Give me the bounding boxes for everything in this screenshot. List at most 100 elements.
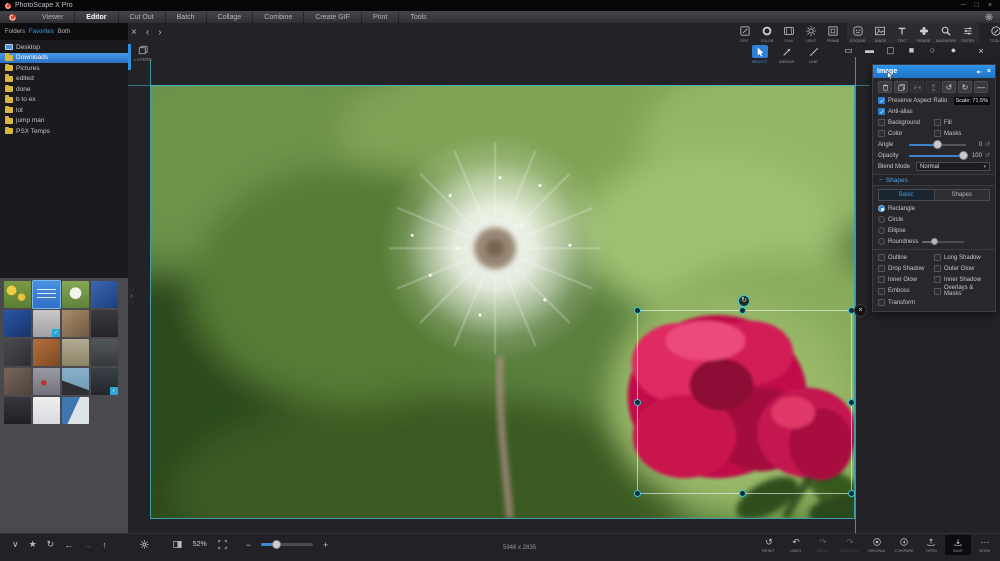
shapes-section-header[interactable]: − Shapes <box>873 174 995 186</box>
side-panel-icon[interactable] <box>172 539 183 550</box>
back-arrow-icon[interactable]: ← <box>64 540 73 550</box>
panel-action-button[interactable] <box>926 81 940 93</box>
status-action-button[interactable]: COMPARE <box>891 535 917 555</box>
resize-handle-e[interactable] <box>848 399 855 406</box>
panel-action-button[interactable]: ↺ <box>942 81 956 93</box>
shape-button[interactable]: ▭ <box>838 45 859 56</box>
thumbnail[interactable] <box>91 310 118 337</box>
maximize-button[interactable]: □ <box>975 2 979 9</box>
thumbnail[interactable]: ✓ <box>91 368 118 395</box>
up-arrow-icon[interactable]: ↑ <box>102 540 107 550</box>
minimize-button[interactable]: ─ <box>961 2 966 9</box>
folder-item[interactable]: Pictures <box>0 63 128 74</box>
fit-to-screen-icon[interactable] <box>217 539 228 550</box>
thumbnail[interactable] <box>4 368 31 395</box>
resize-handle-w[interactable] <box>634 399 641 406</box>
thumbnail[interactable] <box>62 339 89 366</box>
panel-action-button[interactable] <box>894 81 908 93</box>
close-button[interactable]: × <box>988 2 992 9</box>
status-action-button[interactable]: OPEN <box>918 535 944 555</box>
subtool-button[interactable]: ARROW <box>773 44 800 66</box>
menu-tab[interactable]: Collage <box>206 11 253 23</box>
sidebar-tab[interactable]: Folders <box>5 29 25 35</box>
toggle-checkbox[interactable] <box>934 130 941 137</box>
subtool-button[interactable]: SELECT <box>746 44 773 66</box>
toolbar-button[interactable]: LIGHT <box>800 23 822 43</box>
next-image-icon[interactable]: › <box>158 27 161 38</box>
panel-action-button[interactable] <box>910 81 924 93</box>
toolbar-button[interactable]: STICKER <box>847 23 869 43</box>
shape-button[interactable]: ● <box>943 45 964 56</box>
status-action-button[interactable]: ↷ REDO <box>810 535 836 555</box>
sidebar-collapse-handle[interactable]: ‹ <box>128 286 135 306</box>
toggle-checkbox[interactable] <box>878 119 885 126</box>
toggle-checkbox[interactable] <box>878 130 885 137</box>
favorite-star-icon[interactable]: ★ <box>29 539 37 550</box>
folder-item[interactable]: edited <box>0 74 128 85</box>
effect-checkbox[interactable] <box>878 299 885 306</box>
opacity-slider[interactable] <box>909 155 966 157</box>
toolbar-button[interactable]: EDIT <box>734 23 756 43</box>
toolbar-button-tools[interactable]: TOOLS <box>985 23 1000 43</box>
shapes-tab[interactable]: Shapes <box>934 190 990 200</box>
resize-handle-n[interactable] <box>739 307 746 314</box>
settings-gear-icon[interactable] <box>139 539 150 550</box>
close-subtoolbar-icon[interactable]: × <box>970 46 992 56</box>
folder-item[interactable]: PSX Temps <box>0 126 128 137</box>
menu-tab[interactable]: Print <box>361 11 398 23</box>
menu-tab[interactable]: Cut Out <box>118 11 165 23</box>
rotate-handle[interactable]: ↻ <box>738 295 750 307</box>
effect-checkbox[interactable] <box>878 276 885 283</box>
angle-slider[interactable] <box>909 144 966 146</box>
thumbnail[interactable]: ✓ <box>33 310 60 337</box>
status-action-button[interactable]: ⋯ MORE <box>972 535 998 555</box>
shape-button[interactable]: ▢ <box>880 45 901 56</box>
toolbar-button[interactable]: FILM <box>778 23 800 43</box>
chevron-down-icon[interactable]: ∨ <box>12 539 19 550</box>
panel-action-button[interactable]: — <box>974 81 988 93</box>
resize-handle-nw[interactable] <box>634 307 641 314</box>
menu-tab[interactable]: Batch <box>165 11 206 23</box>
folder-item[interactable]: lot <box>0 105 128 116</box>
shape-radio[interactable] <box>878 216 885 223</box>
resize-handle-s[interactable] <box>739 490 746 497</box>
prev-image-icon[interactable]: ‹ <box>146 27 149 38</box>
toolbar-button[interactable]: TEXT <box>891 23 913 43</box>
status-action-button[interactable]: ↶ UNDO <box>783 535 809 555</box>
blend-mode-select[interactable]: Normal ▾ <box>916 162 990 171</box>
shape-button[interactable]: ○ <box>922 45 943 56</box>
thumbnail[interactable] <box>33 281 60 308</box>
menu-tab[interactable]: Editor <box>74 11 117 23</box>
status-action-button[interactable]: ↺ RESET <box>756 535 782 555</box>
effect-checkbox[interactable] <box>934 288 941 295</box>
shape-radio[interactable] <box>878 205 885 212</box>
shapes-tab[interactable]: Basic <box>879 190 934 200</box>
effect-checkbox[interactable] <box>878 288 885 295</box>
effect-checkbox[interactable] <box>934 276 941 283</box>
folder-item[interactable]: done <box>0 84 128 95</box>
shape-radio[interactable] <box>878 227 885 234</box>
folder-item[interactable]: Desktop <box>0 42 128 53</box>
panel-action-button[interactable] <box>878 81 892 93</box>
thumbnail[interactable] <box>91 281 118 308</box>
thumbnail[interactable] <box>33 339 60 366</box>
close-image-icon[interactable]: × <box>131 27 137 38</box>
effect-checkbox[interactable] <box>934 265 941 272</box>
thumbnail[interactable] <box>62 397 89 424</box>
thumbnail[interactable] <box>33 397 60 424</box>
panel-action-button[interactable]: ↻ <box>958 81 972 93</box>
thumbnail[interactable] <box>91 339 118 366</box>
opacity-reset-icon[interactable]: ↺ <box>985 152 990 159</box>
folder-item[interactable]: jump man <box>0 116 128 127</box>
close-panel-icon[interactable]: × <box>987 68 991 75</box>
folder-item[interactable]: b to ex <box>0 95 128 106</box>
thumbnail[interactable] <box>4 281 31 308</box>
thumbnail[interactable] <box>4 339 31 366</box>
antialias-checkbox[interactable] <box>878 108 885 115</box>
folder-item[interactable]: Downloads <box>0 53 128 64</box>
image-selection-box[interactable]: ↻ × <box>637 310 852 494</box>
shape-button[interactable]: ■ <box>901 45 922 56</box>
status-action-button[interactable]: SAVE <box>945 535 971 555</box>
effect-checkbox[interactable] <box>878 265 885 272</box>
menu-tab[interactable]: Viewer <box>31 11 74 23</box>
